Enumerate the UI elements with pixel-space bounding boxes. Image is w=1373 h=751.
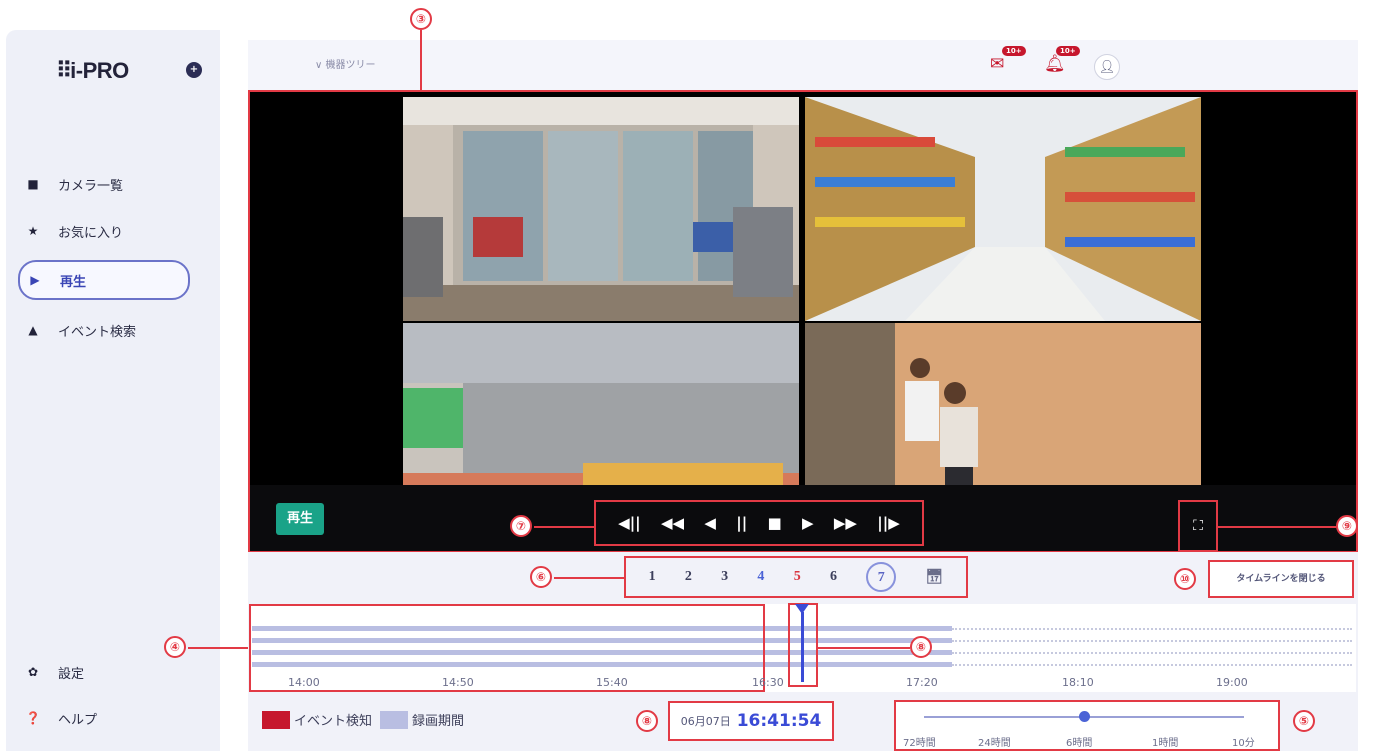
callout-line <box>554 577 624 579</box>
timeline-tick: 17:20 <box>906 676 938 689</box>
play-icon: ▶ <box>30 273 40 287</box>
callout-10: ⑩ <box>1174 568 1196 590</box>
page-4[interactable]: 4 <box>757 569 764 585</box>
sidebar-item-camera-list[interactable]: ■ カメラ一覧 <box>18 166 190 202</box>
sidebar-item-label: 再生 <box>60 274 87 290</box>
app-logo: ⠿i-PRO <box>56 58 129 83</box>
page-7[interactable]: 7 <box>866 562 897 592</box>
close-timeline-button[interactable]: タイムラインを閉じる <box>1208 560 1354 598</box>
current-time-display: 06月07日 16:41:54 <box>668 701 834 741</box>
stop-button[interactable]: ■ <box>768 514 782 532</box>
timeline-legend: イベント検知 録画期間 <box>262 710 464 729</box>
timeline-tick: 19:00 <box>1216 676 1248 689</box>
page-6[interactable]: 6 <box>830 569 837 585</box>
playback-controls: ◀|| ◀◀ ◀ || ■ ▶ ▶▶ ||▶ <box>594 500 924 546</box>
playhead[interactable] <box>801 612 804 682</box>
notification-button[interactable]: 🔔︎ 10+ <box>1044 46 1080 84</box>
user-icon[interactable]: 👤︎ <box>1094 54 1120 80</box>
mail-button[interactable]: ✉ 10+ <box>990 46 1026 84</box>
bell-icon: ▲ <box>28 323 38 337</box>
callout-4: ④ <box>164 636 186 658</box>
legend-record-label: 録画期間 <box>412 714 465 729</box>
notification-badge: 10+ <box>1056 46 1080 56</box>
page-1[interactable]: 1 <box>649 569 656 585</box>
callout-line <box>818 647 910 649</box>
sidebar-item-label: ヘルプ <box>58 712 98 728</box>
callout-6: ⑥ <box>530 566 552 588</box>
next-frame-button[interactable]: ||▶ <box>877 514 900 532</box>
zoom-label: 24時間 <box>978 738 1011 749</box>
camera-view-aisle[interactable] <box>805 97 1201 321</box>
empty-band <box>952 628 1352 630</box>
zoom-label: 10分 <box>1232 738 1255 749</box>
legend-event-label: イベント検知 <box>294 714 373 729</box>
empty-band <box>952 652 1352 654</box>
timeline-tick: 15:40 <box>596 676 628 689</box>
sidebar <box>6 30 220 751</box>
event-swatch <box>262 710 290 729</box>
zoom-label: 1時間 <box>1152 738 1179 749</box>
callout-9: ⑨ <box>1336 515 1358 537</box>
empty-band <box>952 640 1352 642</box>
timeline-tick: 18:10 <box>1062 676 1094 689</box>
rewind-button[interactable]: ◀◀ <box>661 514 684 532</box>
sidebar-item-favorites[interactable]: ★ お気に入り <box>18 213 190 249</box>
device-tree-toggle[interactable]: ∨ 機器ツリー <box>315 56 376 71</box>
page-3[interactable]: 3 <box>721 569 728 585</box>
plus-circle-icon[interactable]: + <box>186 62 202 78</box>
page-5[interactable]: 5 <box>794 569 801 585</box>
callout-3: ③ <box>410 8 432 30</box>
callout-line <box>420 30 422 90</box>
callout-7: ⑦ <box>510 515 532 537</box>
sidebar-item-event-search[interactable]: ▲ イベント検索 <box>18 312 190 348</box>
fullscreen-button[interactable]: ⛶ <box>1178 500 1218 552</box>
gear-icon: ✿ <box>27 665 39 679</box>
playback-status-badge: 再生 <box>276 503 324 535</box>
zoom-label: 72時間 <box>903 738 936 749</box>
sidebar-item-label: カメラ一覧 <box>58 178 124 194</box>
callout-line <box>534 526 594 528</box>
record-swatch <box>380 710 409 729</box>
callout-8-timeline: ⑧ <box>910 636 932 658</box>
top-bar <box>248 40 1358 90</box>
fullscreen-icon: ⛶ <box>1193 518 1203 534</box>
prev-frame-button[interactable]: ◀|| <box>618 514 641 532</box>
sidebar-item-settings[interactable]: ✿ 設定 <box>18 654 190 690</box>
mail-icon: ✉ <box>990 54 1005 74</box>
camera-image <box>805 97 1201 321</box>
callout-5: ⑤ <box>1293 710 1315 732</box>
page-2[interactable]: 2 <box>685 569 692 585</box>
star-icon: ★ <box>27 224 39 238</box>
bell-icon: 🔔︎ <box>1044 54 1066 74</box>
play-button[interactable]: ▶ <box>802 514 814 532</box>
sidebar-item-help[interactable]: ❓ ヘルプ <box>18 700 190 736</box>
zoom-knob[interactable] <box>1079 711 1090 722</box>
timeline-tick: 16:30 <box>752 676 784 689</box>
calendar-icon[interactable]: 📅︎ <box>925 569 943 586</box>
layout-page-selector: 1 2 3 4 5 6 7 📅︎ <box>624 556 968 598</box>
callout-line <box>1218 526 1336 528</box>
zoom-label: 6時間 <box>1066 738 1093 749</box>
sidebar-item-label: イベント検索 <box>58 324 137 340</box>
sidebar-item-label: お気に入り <box>58 225 124 241</box>
sidebar-item-label: 設定 <box>58 666 85 682</box>
sidebar-item-playback[interactable]: ▶ 再生 <box>18 260 190 300</box>
playhead-handle[interactable] <box>795 604 809 614</box>
empty-band <box>952 664 1352 666</box>
timeline-tick: 14:00 <box>288 676 320 689</box>
current-date: 06月07日 <box>680 715 731 728</box>
pause-button[interactable]: || <box>736 514 747 532</box>
callout-8-time: ⑧ <box>636 710 658 732</box>
callout-line <box>188 647 248 649</box>
fast-forward-button[interactable]: ▶▶ <box>834 514 857 532</box>
mail-badge: 10+ <box>1002 46 1026 56</box>
camera-image <box>403 97 799 321</box>
camera-view-entrance[interactable] <box>403 97 799 321</box>
timeline-tick: 14:50 <box>442 676 474 689</box>
timeline-highlight <box>249 604 765 692</box>
reverse-play-button[interactable]: ◀ <box>704 514 716 532</box>
current-clock: 16:41:54 <box>736 711 822 731</box>
video-camera-icon: ■ <box>27 177 39 191</box>
help-icon: ❓ <box>25 711 41 725</box>
